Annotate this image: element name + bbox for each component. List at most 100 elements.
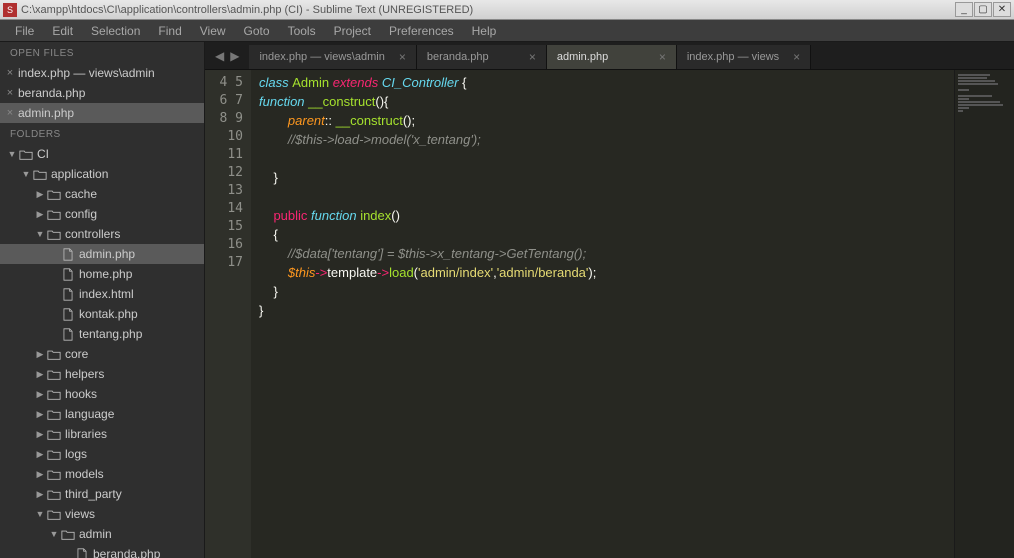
menu-find[interactable]: Find <box>149 21 190 41</box>
tab-close-icon[interactable]: × <box>385 50 406 64</box>
expand-arrow-icon[interactable]: ▶ <box>34 389 46 400</box>
folder-item[interactable]: ▶helpers <box>0 364 204 384</box>
close-button[interactable]: ✕ <box>993 2 1011 17</box>
expand-arrow-icon[interactable]: ▼ <box>48 529 60 539</box>
minimap-line <box>958 110 963 112</box>
folder-item[interactable]: ▶hooks <box>0 384 204 404</box>
tab-nav-right-icon[interactable]: ▶ <box>230 49 239 63</box>
tab-close-icon[interactable]: × <box>779 50 800 64</box>
folders-header: FOLDERS <box>0 123 204 144</box>
editor-tab[interactable]: admin.php× <box>547 45 677 69</box>
tree-label: libraries <box>65 427 107 441</box>
file-item[interactable]: admin.php <box>0 244 204 264</box>
expand-arrow-icon[interactable]: ▶ <box>34 189 46 200</box>
tree-label: third_party <box>65 487 122 501</box>
folder-item[interactable]: ▶ third_party <box>0 484 204 504</box>
menu-edit[interactable]: Edit <box>43 21 82 41</box>
tab-label: index.php — views\admin <box>259 51 384 63</box>
file-item[interactable]: home.php <box>0 264 204 284</box>
folder-item[interactable]: ▶ cache <box>0 184 204 204</box>
minimap-line <box>958 89 969 91</box>
tab-close-icon[interactable]: × <box>515 50 536 64</box>
sidebar[interactable]: OPEN FILES ×index.php — views\admin×bera… <box>0 42 205 558</box>
tree-label: admin <box>79 527 112 541</box>
openfile-item[interactable]: ×index.php — views\admin <box>0 63 204 83</box>
file-item[interactable]: beranda.php <box>0 544 204 558</box>
menu-file[interactable]: File <box>6 21 43 41</box>
expand-arrow-icon[interactable]: ▶ <box>34 409 46 420</box>
minimap-line <box>958 80 995 82</box>
editor-tab[interactable]: beranda.php× <box>417 45 547 69</box>
expand-arrow-icon[interactable]: ▶ <box>34 489 46 500</box>
minimap-line <box>958 95 992 97</box>
expand-arrow-icon[interactable]: ▼ <box>34 229 46 239</box>
expand-arrow-icon[interactable]: ▶ <box>34 349 46 360</box>
window-title: C:\xampp\htdocs\CI\application\controlle… <box>21 4 473 16</box>
tree-label: cache <box>65 187 97 201</box>
close-icon[interactable]: × <box>4 87 16 99</box>
window-buttons: _ ▢ ✕ <box>955 2 1011 17</box>
tab-close-icon[interactable]: × <box>645 50 666 64</box>
minimap[interactable] <box>954 70 1014 558</box>
folder-item[interactable]: ▼ admin <box>0 524 204 544</box>
folder-icon <box>46 208 61 221</box>
expand-arrow-icon[interactable]: ▼ <box>20 169 32 179</box>
expand-arrow-icon[interactable]: ▶ <box>34 209 46 220</box>
file-icon <box>60 268 75 281</box>
close-icon[interactable]: × <box>4 67 16 79</box>
folder-item[interactable]: ▶ models <box>0 464 204 484</box>
file-item[interactable]: tentang.php <box>0 324 204 344</box>
menu-project[interactable]: Project <box>325 21 380 41</box>
minimap-line <box>958 83 998 85</box>
tree-label: views <box>65 507 95 521</box>
openfiles-header: OPEN FILES <box>0 42 204 63</box>
folder-icon <box>46 408 61 421</box>
folder-item[interactable]: ▼CI <box>0 144 204 164</box>
tree-label: admin.php <box>79 247 135 261</box>
close-icon[interactable]: × <box>4 107 16 119</box>
editor-tab[interactable]: index.php — views× <box>677 45 811 69</box>
menu-bar: FileEditSelectionFindViewGotoToolsProjec… <box>0 20 1014 42</box>
folder-item[interactable]: ▼ views <box>0 504 204 524</box>
line-gutter: 4 5 6 7 8 9 10 11 12 13 14 15 16 17 <box>205 70 251 558</box>
folder-item[interactable]: ▶ logs <box>0 444 204 464</box>
folder-icon <box>46 428 61 441</box>
folder-icon <box>60 528 75 541</box>
expand-arrow-icon[interactable]: ▶ <box>34 429 46 440</box>
menu-tools[interactable]: Tools <box>279 21 325 41</box>
minimap-line <box>958 107 969 109</box>
openfile-item[interactable]: ×admin.php <box>0 103 204 123</box>
menu-view[interactable]: View <box>191 21 235 41</box>
menu-selection[interactable]: Selection <box>82 21 149 41</box>
expand-arrow-icon[interactable]: ▶ <box>34 449 46 460</box>
folder-icon <box>32 168 47 181</box>
minimize-button[interactable]: _ <box>955 2 973 17</box>
minimap-line <box>958 104 1003 106</box>
folder-item[interactable]: ▶config <box>0 204 204 224</box>
tab-nav-left-icon[interactable]: ◀ <box>215 49 224 63</box>
file-icon <box>60 308 75 321</box>
expand-arrow-icon[interactable]: ▶ <box>34 469 46 480</box>
folder-item[interactable]: ▼controllers <box>0 224 204 244</box>
menu-help[interactable]: Help <box>463 21 506 41</box>
file-item[interactable]: index.html <box>0 284 204 304</box>
folder-icon <box>46 448 61 461</box>
code-editor[interactable]: class Admin extends CI_Controller { func… <box>251 70 954 558</box>
expand-arrow-icon[interactable]: ▶ <box>34 369 46 380</box>
folder-item[interactable]: ▶core <box>0 344 204 364</box>
expand-arrow-icon[interactable]: ▼ <box>6 149 18 159</box>
editor-tab[interactable]: index.php — views\admin× <box>249 45 416 69</box>
folder-item[interactable]: ▶ libraries <box>0 424 204 444</box>
expand-arrow-icon[interactable]: ▼ <box>34 509 46 519</box>
menu-goto[interactable]: Goto <box>235 21 279 41</box>
folder-item[interactable]: ▶language <box>0 404 204 424</box>
maximize-button[interactable]: ▢ <box>974 2 992 17</box>
openfile-item[interactable]: ×beranda.php <box>0 83 204 103</box>
minimap-line <box>958 74 990 76</box>
file-item[interactable]: kontak.php <box>0 304 204 324</box>
menu-preferences[interactable]: Preferences <box>380 21 463 41</box>
folder-item[interactable]: ▼application <box>0 164 204 184</box>
tree-label: logs <box>65 447 87 461</box>
tree-label: models <box>65 467 104 481</box>
file-icon <box>60 288 75 301</box>
